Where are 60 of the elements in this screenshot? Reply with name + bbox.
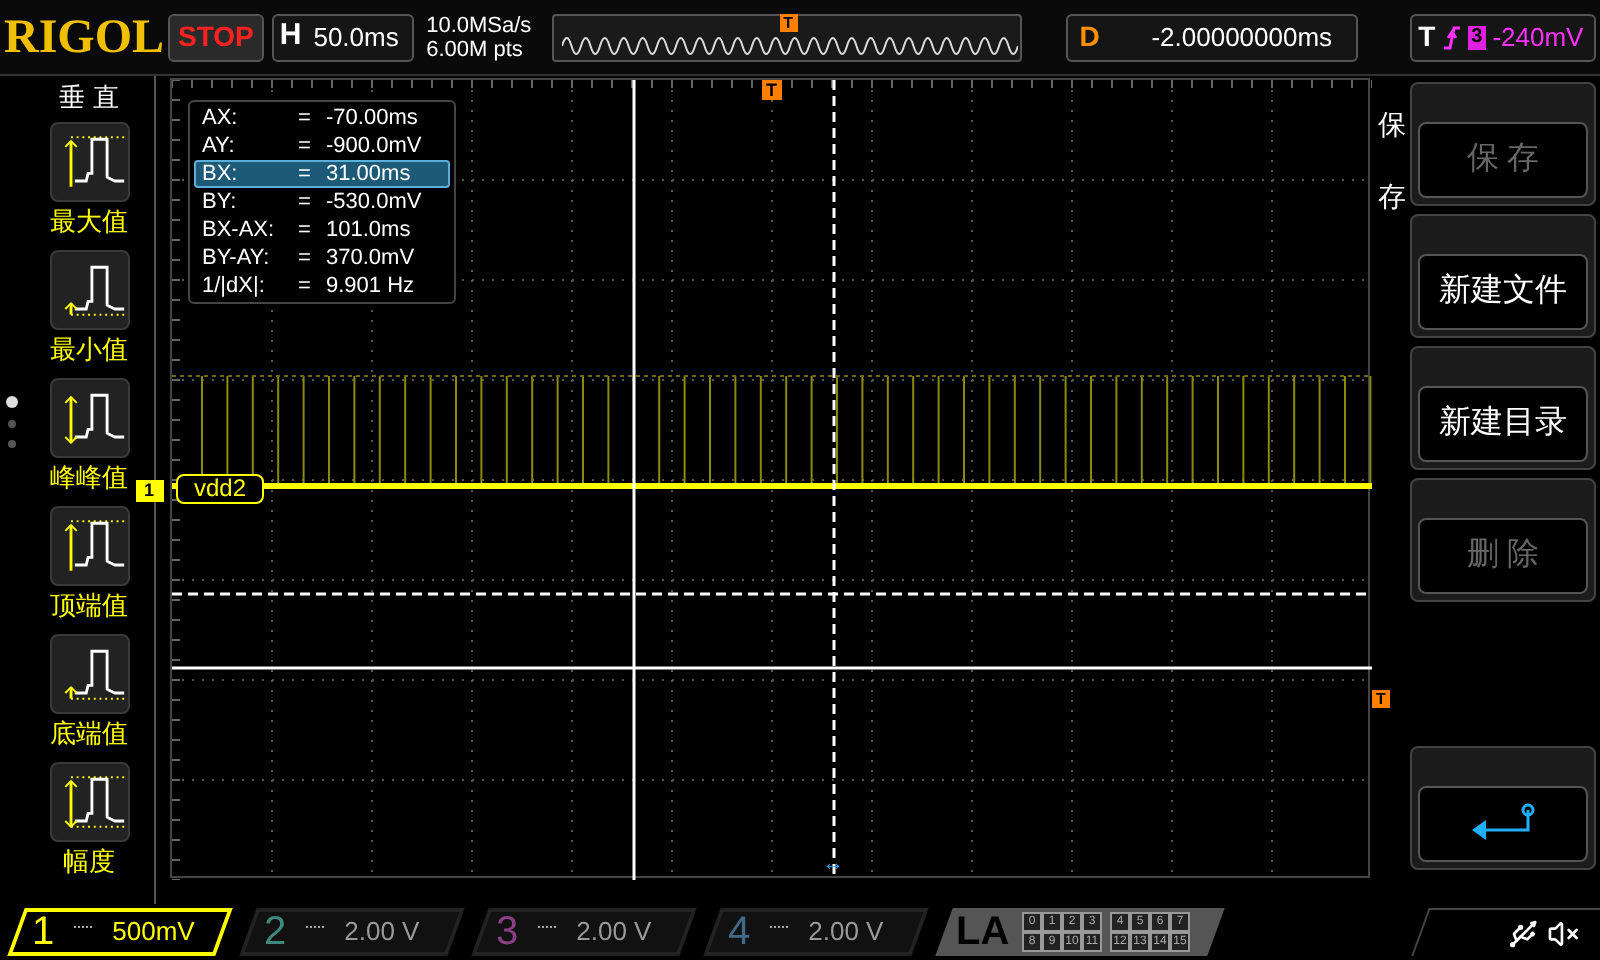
trigger-source: 3 <box>1467 25 1487 49</box>
mute-icon[interactable] <box>1547 917 1580 949</box>
readout-name: AX: <box>202 106 240 130</box>
trigger-box[interactable]: T 3 -240mV <box>1410 13 1596 61</box>
channel-tab[interactable]: 2 2.00 V <box>239 908 465 956</box>
readout-name: BY: <box>202 190 239 214</box>
trigger-position-marker: T <box>779 13 798 31</box>
run-state[interactable]: STOP <box>168 13 264 61</box>
menu-title: 保存 <box>1378 106 1406 217</box>
cursor-marker: ↔ <box>822 852 844 876</box>
readout-name: BY-AY: <box>202 246 272 270</box>
timebase-label: H <box>279 16 302 57</box>
channel-number: 3 <box>496 912 519 952</box>
channel-tab[interactable]: 3 2.00 V <box>471 908 697 956</box>
back-button[interactable] <box>1410 746 1596 870</box>
timebase-value: 50.0ms <box>313 19 399 56</box>
equals-sign: = <box>298 246 313 270</box>
equals-sign: = <box>298 218 313 242</box>
channel-number: 4 <box>728 912 751 952</box>
trigger-level: -240mV <box>1492 19 1584 56</box>
channel-number: 1 <box>32 912 55 952</box>
trigger-label: T <box>1418 18 1436 56</box>
la-label: LA <box>956 908 1010 958</box>
readout-value: -70.00ms <box>326 106 418 130</box>
readout-value: -530.0mV <box>326 190 422 214</box>
equals-sign: = <box>298 190 313 214</box>
readout-name: BX-AX: <box>202 218 277 242</box>
channel-tab[interactable]: 1 500mV <box>7 908 233 956</box>
memory-depth: 6.00M pts <box>426 37 525 61</box>
channel-marker: 1 <box>136 480 165 502</box>
delay-label: D <box>1079 18 1100 56</box>
sample-rate: 10.0MSa/s <box>426 13 532 37</box>
equals-sign: = <box>298 134 313 158</box>
readout-value: 370.0mV <box>326 246 415 270</box>
channel-number: 2 <box>264 912 287 952</box>
trigger-position-marker: T <box>762 80 781 100</box>
readout-value: 101.0ms <box>326 218 411 242</box>
readout-value: 9.901 Hz <box>326 274 415 298</box>
rising-edge-icon <box>1441 23 1462 51</box>
equals-sign: = <box>298 162 313 186</box>
menu-title: 垂 直 <box>59 80 119 116</box>
equals-sign: = <box>298 274 313 298</box>
readout-value: 31.00ms <box>326 162 411 186</box>
delay-value: -2.00000000ms <box>1151 19 1333 56</box>
timebase-box[interactable]: H 50.0ms <box>271 13 415 61</box>
channel-tab[interactable]: 4 2.00 V <box>703 908 929 956</box>
return-arrow-icon <box>1467 802 1539 846</box>
readout-name: 1/|dX|: <box>202 274 267 298</box>
readout-value: -900.0mV <box>326 134 422 158</box>
trigger-level-marker: T <box>1372 690 1390 708</box>
equals-sign: = <box>298 106 313 130</box>
readout-name: AY: <box>202 134 237 158</box>
channel-label: vdd2 <box>176 474 265 504</box>
sine-wave-icon <box>561 35 1018 55</box>
menu-button[interactable]: 新建文件 <box>1410 214 1596 338</box>
delay-box[interactable]: D -2.00000000ms <box>1065 13 1359 61</box>
readout-name: BX: <box>202 162 240 186</box>
brand-logo: RIGOL <box>4 9 160 67</box>
usb-icon <box>1507 917 1540 949</box>
menu-button[interactable]: 新建目录 <box>1410 346 1596 470</box>
